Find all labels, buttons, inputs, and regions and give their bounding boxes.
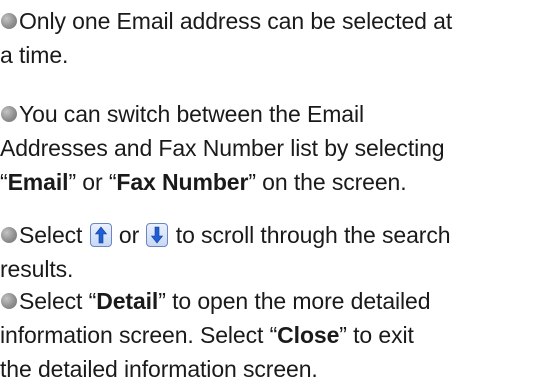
text-fragment: ” or “: [68, 169, 117, 195]
note-single-email: Only one Email address can be selected a…: [0, 4, 547, 72]
note-scroll-results: Select or to scroll through the search r…: [0, 218, 547, 286]
text-fragment: ” on the screen.: [248, 169, 407, 195]
note-detail-close: Select “Detail” to open the more detaile…: [0, 284, 547, 386]
text-fragment: or: [118, 222, 140, 248]
note-line: a time.: [0, 42, 69, 68]
note-line: Only one Email address can be selected a…: [19, 8, 453, 34]
note-line: information screen. Select “Close” to ex…: [0, 318, 547, 352]
email-label: Email: [7, 169, 69, 195]
fax-number-label: Fax Number: [116, 169, 249, 195]
note-line: Addresses and Fax Number list by selecti…: [0, 135, 445, 161]
note-switch-lists: You can switch between the Email Address…: [0, 97, 547, 199]
note-line: Select or to scroll through the search: [0, 218, 547, 252]
close-label: Close: [277, 322, 340, 348]
bullet-icon: [1, 106, 17, 122]
text-fragment: to scroll through the search: [175, 222, 451, 248]
scroll-down-arrow-icon: [146, 223, 169, 247]
scroll-up-arrow-icon: [89, 223, 112, 247]
note-line: results.: [0, 256, 74, 282]
note-line: You can switch between the Email: [19, 101, 364, 127]
text-fragment: Select: [19, 222, 83, 248]
bullet-icon: [1, 227, 17, 243]
bullet-icon: [1, 13, 17, 29]
text-fragment: Select “: [19, 288, 97, 314]
note-line: Select “Detail” to open the more detaile…: [0, 284, 547, 318]
quote-mark: “: [0, 169, 8, 195]
text-fragment: ” to open the more detailed: [158, 288, 431, 314]
bullet-icon: [1, 293, 17, 309]
text-fragment: information screen. Select “: [0, 322, 278, 348]
note-line: the detailed information screen.: [0, 356, 318, 382]
note-line: “Email” or “Fax Number” on the screen.: [0, 165, 547, 199]
text-fragment: ” to exit: [339, 322, 414, 348]
detail-label: Detail: [96, 288, 159, 314]
